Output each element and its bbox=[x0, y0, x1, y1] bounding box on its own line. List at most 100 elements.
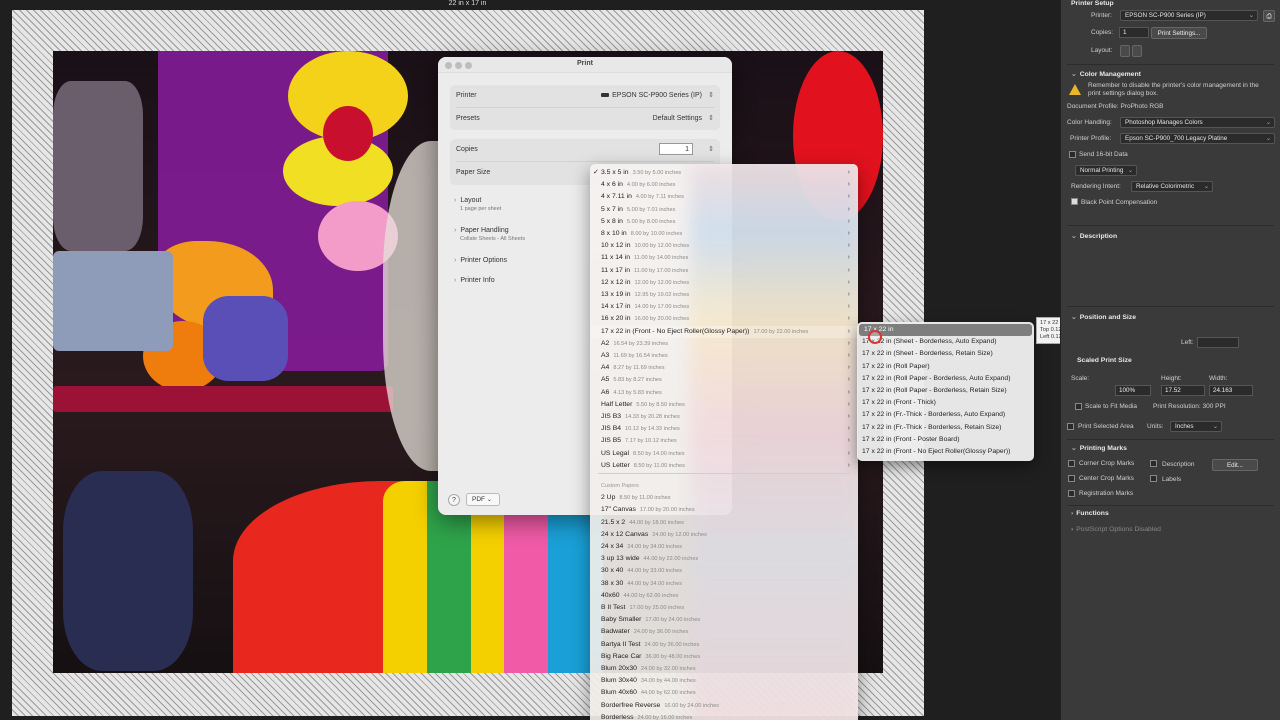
color-management-heading[interactable]: ⌄ Color Management bbox=[1071, 70, 1141, 78]
paper-size-item[interactable]: 10 x 12 in 10.00 by 12.00 inches › bbox=[590, 240, 858, 252]
section-layout[interactable]: › Layout 1 page per sheet bbox=[454, 197, 501, 212]
paper-variant-item[interactable]: 17 x 22 in (Roll Paper) bbox=[857, 361, 1034, 373]
paper-size-item[interactable]: 30 x 40 44.00 by 33.00 inches bbox=[590, 565, 858, 577]
description-checkbox[interactable] bbox=[1150, 460, 1157, 467]
paper-size-item[interactable]: Blum 30x40 34.00 by 44.00 inches bbox=[590, 675, 858, 687]
landscape-layout-icon[interactable] bbox=[1132, 45, 1142, 57]
rendering-intent-dropdown[interactable]: Relative Colorimetric ⌄ bbox=[1131, 181, 1213, 192]
paper-size-item[interactable]: 3 up 13 wide 44.00 by 22.00 inches bbox=[590, 553, 858, 565]
send-16bit-checkbox[interactable] bbox=[1069, 151, 1076, 158]
paper-size-item[interactable]: 11 x 17 in 11.00 by 17.00 inches › bbox=[590, 265, 858, 277]
section-printer-options[interactable]: › Printer Options bbox=[454, 257, 507, 264]
scale-input[interactable]: 100% bbox=[1115, 385, 1151, 396]
portrait-layout-icon[interactable] bbox=[1120, 45, 1130, 57]
paper-size-item[interactable]: Blum 40x60 44.00 by 62.00 inches bbox=[590, 687, 858, 699]
copies-input[interactable]: 1 bbox=[659, 143, 693, 155]
scale-to-fit-checkbox[interactable] bbox=[1075, 403, 1082, 410]
paper-size-item[interactable]: 12 x 12 in 12.00 by 12.00 inches › bbox=[590, 277, 858, 289]
center-crop-marks-checkbox[interactable] bbox=[1068, 475, 1075, 482]
paper-size-item[interactable]: 11 x 14 in 11.00 by 14.00 inches › bbox=[590, 252, 858, 264]
section-paper-handling[interactable]: › Paper Handling Collate Sheets - All Shee… bbox=[454, 227, 525, 242]
paper-variant-item[interactable]: 17 x 22 in bbox=[859, 324, 1032, 337]
height-input[interactable]: 17.52 bbox=[1161, 385, 1205, 396]
paper-size-item[interactable]: Bartya II Test 24.00 by 36.00 inches bbox=[590, 639, 858, 651]
printer-select[interactable]: EPSON SC-P900 Series (IP) bbox=[601, 92, 702, 99]
paper-size-item[interactable]: 38 x 30 44.00 by 34.00 inches bbox=[590, 578, 858, 590]
print-selected-area-checkbox[interactable] bbox=[1067, 423, 1074, 430]
width-input[interactable]: 24.163 bbox=[1209, 385, 1253, 396]
paper-size-item[interactable]: 40x60 44.00 by 62.00 inches bbox=[590, 590, 858, 602]
paper-variant-item[interactable]: 17 x 22 in (Roll Paper - Borderless, Aut… bbox=[857, 373, 1034, 385]
paper-variant-item[interactable]: 17 x 22 in (Roll Paper - Borderless, Ret… bbox=[857, 385, 1034, 397]
paper-size-item[interactable]: Borderless 24.00 by 16.00 inches bbox=[590, 712, 858, 720]
paper-size-item[interactable]: JIS B4 10.12 by 14.33 inches › bbox=[590, 423, 858, 435]
paper-size-item[interactable]: ✓ 3.5 x 5 in 3.50 by 5.00 inches › bbox=[590, 167, 858, 179]
presets-row[interactable]: Presets Default Settings ⇕ bbox=[450, 108, 720, 130]
paper-size-item[interactable]: A3 11.69 by 16.54 inches › bbox=[590, 350, 858, 362]
corner-crop-marks-checkbox[interactable] bbox=[1068, 460, 1075, 467]
paper-size-item[interactable]: A2 16.54 by 23.39 inches › bbox=[590, 338, 858, 350]
paper-size-item[interactable]: 14 x 17 in 14.00 by 17.00 inches › bbox=[590, 301, 858, 313]
paper-size-item[interactable]: 24 x 12 Canvas 24.00 by 12.00 inches bbox=[590, 529, 858, 541]
paper-size-item[interactable]: 4 x 7.11 in 4.00 by 7.11 inches › bbox=[590, 191, 858, 203]
pdf-menu-button[interactable]: PDF ⌄ bbox=[466, 493, 500, 506]
paper-size-item[interactable]: A5 5.83 by 8.27 inches › bbox=[590, 374, 858, 386]
paper-size-item[interactable]: A6 4.13 by 5.83 inches › bbox=[590, 387, 858, 399]
paper-size-item[interactable]: 24 x 34 24.00 by 34.00 inches bbox=[590, 541, 858, 553]
paper-size-item[interactable]: A4 8.27 by 11.69 inches › bbox=[590, 362, 858, 374]
paper-size-item[interactable]: 4 x 6 in 4.00 by 6.00 inches › bbox=[590, 179, 858, 191]
paper-variant-item[interactable]: 17 x 22 in (Front - Poster Board) bbox=[857, 434, 1034, 446]
paper-size-item[interactable]: 5 x 7 in 5.00 by 7.01 inches › bbox=[590, 204, 858, 216]
paper-size-item[interactable]: 2 Up 8.50 by 11.00 inches bbox=[590, 492, 858, 504]
printer-options-icon[interactable]: ⎙ bbox=[1263, 10, 1275, 22]
paper-size-item[interactable]: Blum 20x30 24.00 by 32.00 inches bbox=[590, 663, 858, 675]
paper-size-item[interactable]: US Legal 8.50 by 14.00 inches › bbox=[590, 448, 858, 460]
paper-size-item[interactable]: 17 x 22 in (Front - No Eject Roller(Glos… bbox=[590, 325, 858, 338]
printer-profile-dropdown[interactable]: Epson SC-P900_700 Legacy Platine ⌄ bbox=[1120, 133, 1275, 144]
print-settings-button[interactable]: Print Settings... bbox=[1151, 27, 1207, 39]
printer-dropdown[interactable]: EPSON SC-P900 Series (IP) ⌄ bbox=[1120, 10, 1258, 21]
description-heading[interactable]: ⌄ Description bbox=[1071, 232, 1117, 240]
printer-row[interactable]: Printer EPSON SC-P900 Series (IP) ⇕ bbox=[450, 85, 720, 107]
copies-input[interactable]: 1 bbox=[1119, 27, 1149, 38]
copies-stepper[interactable]: ⇕ bbox=[708, 145, 714, 153]
presets-select[interactable]: Default Settings bbox=[653, 115, 702, 122]
paper-variant-item[interactable]: 17 x 22 in (Fr.-Thick - Borderless, Auto… bbox=[857, 409, 1034, 421]
paper-size-item[interactable]: JIS B5 7.17 by 10.12 inches › bbox=[590, 435, 858, 447]
paper-size-item[interactable]: US Letter 8.50 by 11.00 inches › bbox=[590, 460, 858, 472]
paper-size-item[interactable]: Half Letter 5.50 by 8.50 inches › bbox=[590, 399, 858, 411]
paper-variant-item[interactable]: 17 x 22 in (Sheet - Borderless, Retain S… bbox=[857, 348, 1034, 360]
paper-size-item[interactable]: 8 x 10 in 8.00 by 10.00 inches › bbox=[590, 228, 858, 240]
help-button[interactable]: ? bbox=[448, 494, 460, 506]
position-size-heading[interactable]: ⌄ Position and Size bbox=[1071, 313, 1136, 321]
printing-marks-heading[interactable]: ⌄ Printing Marks bbox=[1071, 444, 1127, 452]
units-dropdown[interactable]: Inches ⌄ bbox=[1170, 421, 1222, 432]
paper-size-item[interactable]: B II Test 17.00 by 25.00 inches bbox=[590, 602, 858, 614]
chevron-down-icon: ⌄ bbox=[486, 497, 492, 503]
paper-size-item[interactable]: 5 x 8 in 5.00 by 8.00 inches › bbox=[590, 216, 858, 228]
black-point-compensation-checkbox[interactable] bbox=[1071, 198, 1078, 205]
edit-description-button[interactable]: Edit... bbox=[1212, 459, 1258, 471]
paper-variant-item[interactable]: 17 x 22 in (Sheet - Borderless, Auto Exp… bbox=[857, 336, 1034, 348]
registration-marks-checkbox[interactable] bbox=[1068, 490, 1075, 497]
paper-size-item[interactable]: Baby Smaller 17.00 by 24.00 inches bbox=[590, 614, 858, 626]
color-handling-dropdown[interactable]: Photoshop Manages Colors ⌄ bbox=[1120, 117, 1275, 128]
paper-variant-item[interactable]: 17 x 22 in (Front - Thick) bbox=[857, 397, 1034, 409]
paper-size-item[interactable]: Borderfree Reverse 16.00 by 24.00 inches bbox=[590, 700, 858, 712]
section-printer-info[interactable]: › Printer Info bbox=[454, 277, 495, 284]
paper-size-item[interactable]: Badwater 24.00 by 36.00 inches bbox=[590, 626, 858, 638]
paper-variant-item[interactable]: 17 x 22 in (Front - No Eject Roller(Glos… bbox=[857, 446, 1034, 458]
paper-size-dimensions: 17.00 by 22.00 inches bbox=[753, 328, 809, 335]
paper-size-item[interactable]: 17" Canvas 17.00 by 20.00 inches bbox=[590, 504, 858, 516]
normal-printing-dropdown[interactable]: Normal Printing ⌄ bbox=[1075, 165, 1137, 176]
paper-size-item[interactable]: 16 x 20 in 16.00 by 20.00 inches › bbox=[590, 313, 858, 325]
paper-size-dimensions: 5.83 by 8.27 inches bbox=[613, 377, 662, 384]
labels-checkbox[interactable] bbox=[1150, 475, 1157, 482]
paper-size-item[interactable]: Big Race Car 36.00 by 48.00 inches bbox=[590, 651, 858, 663]
left-input[interactable] bbox=[1197, 337, 1239, 348]
functions-heading[interactable]: › Functions bbox=[1071, 510, 1109, 517]
paper-size-item[interactable]: 21.5 x 2 44.00 by 18.00 inches bbox=[590, 517, 858, 529]
paper-size-item[interactable]: 13 x 19 in 12.95 by 19.02 inches › bbox=[590, 289, 858, 301]
paper-variant-item[interactable]: 17 x 22 in (Fr.-Thick - Borderless, Reta… bbox=[857, 422, 1034, 434]
paper-size-item[interactable]: JIS B3 14.33 by 20.28 inches › bbox=[590, 411, 858, 423]
